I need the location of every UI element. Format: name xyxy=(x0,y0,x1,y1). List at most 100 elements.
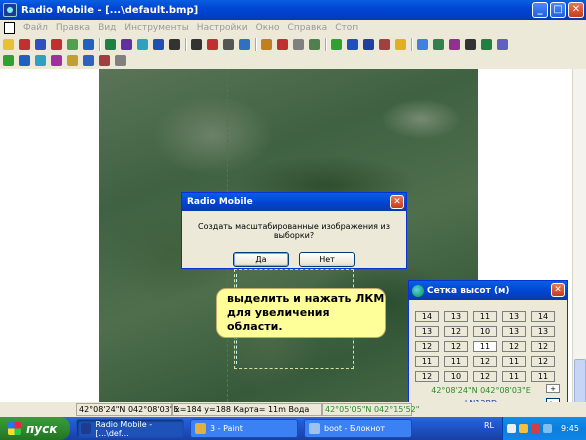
toolbar-tool-icon[interactable] xyxy=(35,55,46,66)
toolbar-tool-icon[interactable] xyxy=(169,39,180,50)
toolbar-tool-icon[interactable] xyxy=(3,55,14,66)
task-label: boot - Блокнот xyxy=(324,424,386,433)
start-label: пуск xyxy=(26,421,58,436)
toolbar-tool-icon[interactable] xyxy=(35,39,46,50)
height-cell: 12 xyxy=(415,341,439,352)
tray-app-icon[interactable] xyxy=(543,424,552,433)
tray-volume-icon[interactable] xyxy=(519,424,528,433)
start-button[interactable]: пуск xyxy=(0,417,70,440)
height-cell: 11 xyxy=(502,371,526,382)
menu-settings[interactable]: Настройки xyxy=(193,23,252,33)
toolbar-tool-icon[interactable] xyxy=(497,39,508,50)
toolbar-separator xyxy=(255,38,257,51)
document-icon[interactable] xyxy=(4,21,15,34)
height-cell: 12 xyxy=(531,356,555,367)
language-indicator[interactable]: RL xyxy=(484,421,494,430)
toolbar-tool-icon[interactable] xyxy=(207,39,218,50)
toolbar-tool-icon[interactable] xyxy=(223,39,234,50)
toolbar-tool-icon[interactable] xyxy=(191,39,202,50)
panel-titlebar: Сетка высот (м) ✕ xyxy=(409,281,567,300)
toolbar-tool-icon[interactable] xyxy=(347,39,358,50)
height-cell: 11 xyxy=(473,341,497,352)
height-cell: 12 xyxy=(444,341,468,352)
height-cell: 10 xyxy=(473,326,497,337)
toolbar-tool-icon[interactable] xyxy=(83,39,94,50)
heights-grid: 14 13 11 13 14 13 12 10 13 13 12 12 11 12 12 11 11 12 11 12… xyxy=(415,311,555,382)
toolbar-tool-icon[interactable] xyxy=(277,39,288,50)
height-cell: 13 xyxy=(444,311,468,322)
toolbar-tool-icon[interactable] xyxy=(105,39,116,50)
toolbar-tool-icon[interactable] xyxy=(115,55,126,66)
task-radio-mobile[interactable]: Radio Mobile - [...\def... xyxy=(76,419,184,438)
heights-grid-panel: Сетка высот (м) ✕ 14 13 11 13 14 13 12 10 13 13 12… xyxy=(408,280,568,413)
toolbar-tool-icon[interactable] xyxy=(261,39,272,50)
maximize-button[interactable]: □ xyxy=(550,2,566,18)
window-title: Radio Mobile - [...\default.bmp] xyxy=(21,4,199,16)
radio-mobile-icon xyxy=(81,423,92,434)
tray-network-icon[interactable] xyxy=(507,424,516,433)
toolbar-tool-icon[interactable] xyxy=(121,39,132,50)
dialog-close-button[interactable]: ✕ xyxy=(390,195,404,209)
toolbar-tool-icon[interactable] xyxy=(379,39,390,50)
panel-title: Сетка высот (м) xyxy=(427,285,510,296)
status-xy: x=184 y=188 Карта= 11m Вода xyxy=(172,403,322,416)
task-label: 3 - Paint xyxy=(210,424,243,433)
toolbar-tool-icon[interactable] xyxy=(19,55,30,66)
toolbar-separator xyxy=(185,38,187,51)
notepad-icon xyxy=(309,423,320,434)
menu-window[interactable]: Окно xyxy=(252,23,284,33)
height-cell: 12 xyxy=(415,371,439,382)
menu-help[interactable]: Справка xyxy=(284,23,332,33)
tray-security-icon[interactable] xyxy=(531,424,540,433)
toolbar-tool-icon[interactable] xyxy=(3,39,14,50)
minimize-button[interactable]: _ xyxy=(532,2,548,18)
app-icon xyxy=(3,3,17,17)
toolbar-tool-icon[interactable] xyxy=(67,55,78,66)
height-cell: 14 xyxy=(415,311,439,322)
menu-edit[interactable]: Правка xyxy=(52,23,94,33)
task-paint[interactable]: 3 - Paint xyxy=(190,419,298,438)
windows-flag-icon xyxy=(8,422,21,435)
toolbar-tool-icon[interactable] xyxy=(67,39,78,50)
toolbar-tool-icon[interactable] xyxy=(331,39,342,50)
height-cell: 13 xyxy=(502,311,526,322)
dialog-title: Radio Mobile xyxy=(187,197,253,207)
toolbar-tool-icon[interactable] xyxy=(293,39,304,50)
vertical-scrollbar[interactable] xyxy=(572,69,586,439)
toolbar-tool-icon[interactable] xyxy=(395,39,406,50)
toolbar-tool-icon[interactable] xyxy=(481,39,492,50)
status-bar: 42°08'24"N 042°08'03"E x=184 y=188 Карта… xyxy=(0,402,586,417)
panel-close-button[interactable]: ✕ xyxy=(551,283,565,297)
menu-view[interactable]: Вид xyxy=(94,23,120,33)
height-cell: 14 xyxy=(531,311,555,322)
task-notepad[interactable]: boot - Блокнот xyxy=(304,419,412,438)
window-controls: _ □ ✕ xyxy=(532,2,584,18)
yes-button[interactable]: Да xyxy=(233,252,289,267)
panel-plus-button[interactable]: + xyxy=(546,384,560,393)
menu-file[interactable]: Файл xyxy=(19,23,52,33)
close-button[interactable]: ✕ xyxy=(568,2,584,18)
toolbar-tool-icon[interactable] xyxy=(99,55,110,66)
height-cell: 10 xyxy=(444,371,468,382)
toolbar-tool-icon[interactable] xyxy=(309,39,320,50)
toolbar-tool-icon[interactable] xyxy=(137,39,148,50)
toolbar-tool-icon[interactable] xyxy=(239,39,250,50)
toolbar-tool-icon[interactable] xyxy=(465,39,476,50)
height-cell: 12 xyxy=(531,341,555,352)
menu-tools[interactable]: Инструменты xyxy=(120,23,192,33)
globe-icon xyxy=(412,284,424,297)
toolbar-tool-icon[interactable] xyxy=(153,39,164,50)
toolbar-tool-icon[interactable] xyxy=(433,39,444,50)
menu-stop[interactable]: Стоп xyxy=(331,23,362,33)
toolbar-tool-icon[interactable] xyxy=(363,39,374,50)
no-button[interactable]: Нет xyxy=(299,252,355,267)
toolbar-tool-icon[interactable] xyxy=(83,55,94,66)
height-cell: 12 xyxy=(473,356,497,367)
toolbar-tool-icon[interactable] xyxy=(19,39,30,50)
paint-icon xyxy=(195,423,206,434)
dialog-message: Создать масштабированные изображения из … xyxy=(198,222,390,240)
toolbar-tool-icon[interactable] xyxy=(417,39,428,50)
toolbar-tool-icon[interactable] xyxy=(51,39,62,50)
toolbar-tool-icon[interactable] xyxy=(51,55,62,66)
toolbar-tool-icon[interactable] xyxy=(449,39,460,50)
